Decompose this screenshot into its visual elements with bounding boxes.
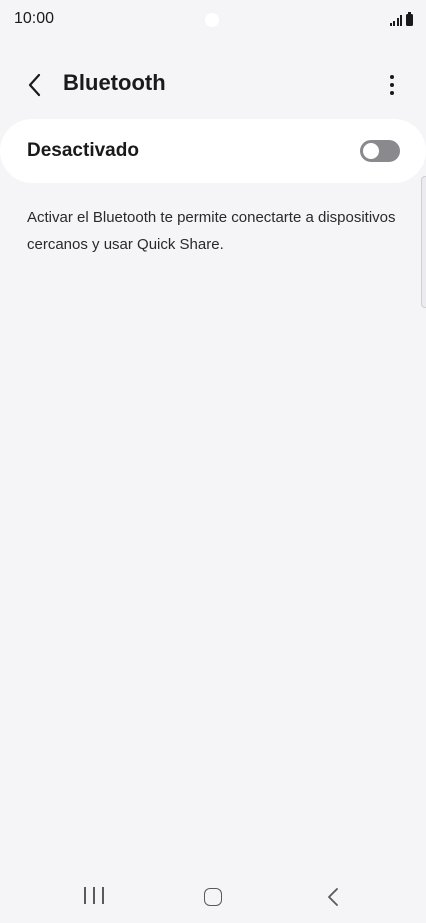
camera-cutout <box>205 13 219 27</box>
back-button[interactable] <box>18 68 52 102</box>
scroll-indicator[interactable] <box>421 176 426 308</box>
battery-icon <box>406 12 413 26</box>
bluetooth-toggle-label: Desactivado <box>27 140 139 161</box>
chevron-left-icon <box>28 73 41 97</box>
status-bar: 10:00 <box>0 0 426 40</box>
navigation-bar <box>0 873 426 923</box>
nav-back-button[interactable] <box>322 886 344 908</box>
home-button[interactable] <box>204 888 222 906</box>
bluetooth-description: Activar el Bluetooth te permite conectar… <box>27 209 396 253</box>
bluetooth-settings-screen: 10:00 Bluetooth Desactivado Activar el B… <box>0 0 426 923</box>
status-icons <box>389 12 413 26</box>
signal-icon <box>389 14 402 26</box>
app-header: Bluetooth <box>0 58 426 110</box>
switch-knob <box>363 143 379 159</box>
recents-button[interactable] <box>84 887 104 907</box>
more-vertical-icon <box>390 75 394 79</box>
page-title: Bluetooth <box>63 70 166 95</box>
status-time: 10:00 <box>14 10 55 27</box>
more-options-button[interactable] <box>378 68 406 102</box>
bluetooth-toggle-row[interactable]: Desactivado <box>0 119 426 183</box>
back-icon <box>328 888 338 906</box>
recents-icon <box>84 887 86 904</box>
bluetooth-switch[interactable] <box>360 140 400 162</box>
